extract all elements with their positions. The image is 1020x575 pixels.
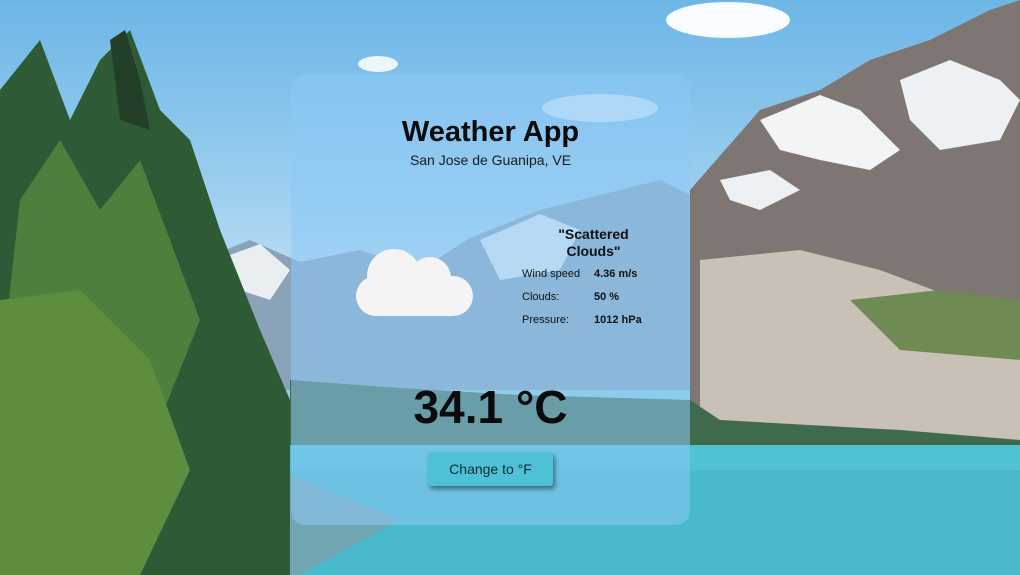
weather-card: Weather App San Jose de Guanipa, VE "Sca… xyxy=(291,74,690,525)
cloud-icon xyxy=(356,249,473,316)
app-background: Weather App San Jose de Guanipa, VE "Sca… xyxy=(0,0,1020,575)
detail-value: 4.36 m/s xyxy=(594,268,638,280)
change-unit-button[interactable]: Change to °F xyxy=(428,452,553,486)
detail-label: Pressure: xyxy=(522,314,570,326)
detail-value: 1012 hPa xyxy=(594,314,642,326)
temperature-display: 34.1 °C xyxy=(413,381,568,433)
detail-row-pressure: Pressure: 1012 hPa xyxy=(522,314,662,337)
detail-label: Wind speed xyxy=(522,268,581,280)
weather-details: Wind speed 4.36 m/s Clouds: 50 % Pressur… xyxy=(522,268,662,337)
detail-label: Clouds: xyxy=(522,291,560,303)
app-title: Weather App xyxy=(401,116,580,148)
detail-value: 50 % xyxy=(594,291,620,303)
detail-row-clouds: Clouds: 50 % xyxy=(522,291,662,314)
detail-row-wind: Wind speed 4.36 m/s xyxy=(522,268,662,291)
weather-description: "Scattered Clouds" xyxy=(558,226,629,259)
location-label: San Jose de Guanipa, VE xyxy=(409,152,572,168)
